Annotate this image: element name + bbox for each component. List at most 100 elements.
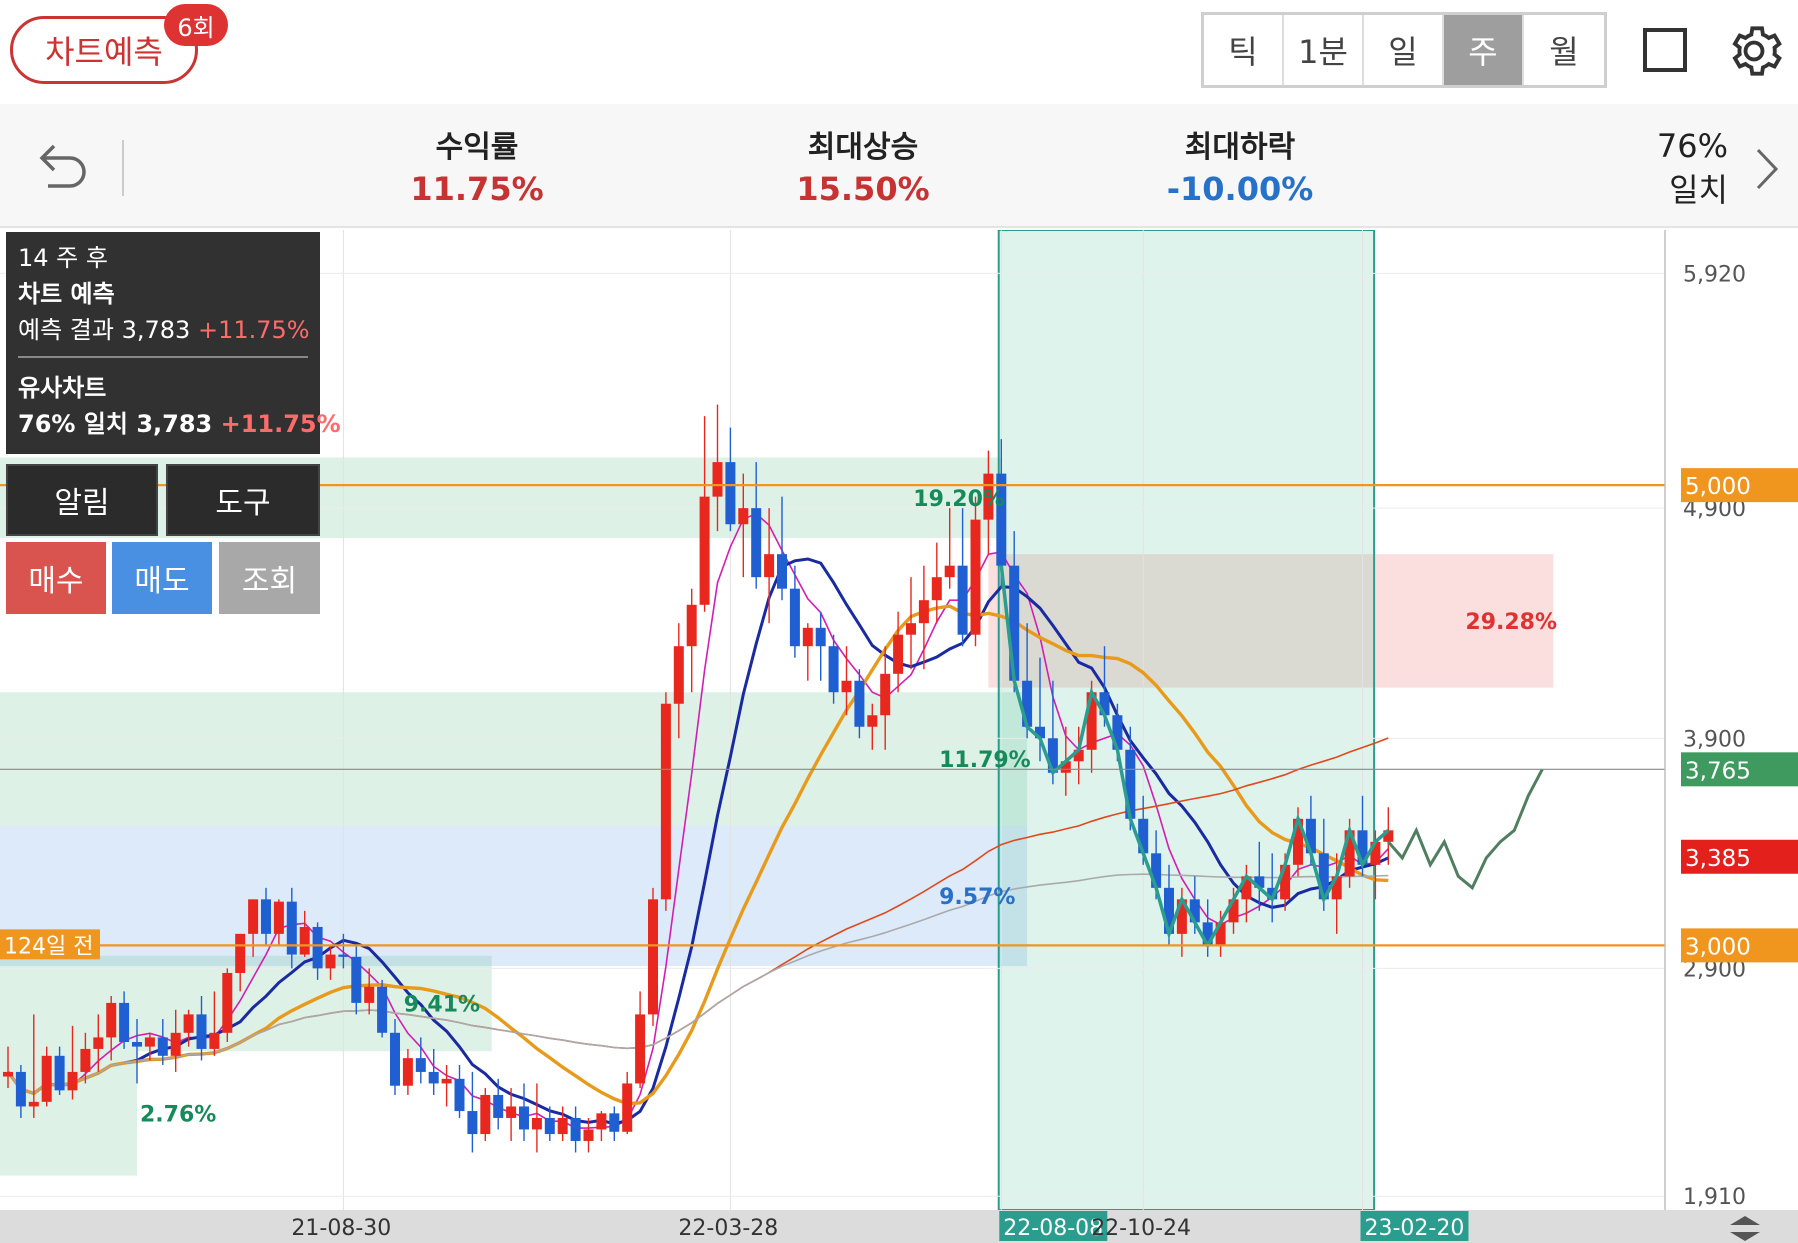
- candle[interactable]: [583, 1129, 594, 1141]
- candle[interactable]: [261, 899, 271, 934]
- candle[interactable]: [815, 627, 826, 647]
- candle[interactable]: [170, 1032, 181, 1056]
- alert-button[interactable]: 알림: [6, 464, 158, 536]
- period-tab-4[interactable]: 월: [1524, 15, 1604, 85]
- candle[interactable]: [570, 1117, 581, 1141]
- return-label: 수익률: [435, 130, 519, 165]
- candle[interactable]: [428, 1071, 439, 1084]
- candle[interactable]: [132, 1042, 142, 1047]
- zone-2: [0, 692, 1028, 826]
- period-tab-0[interactable]: 틱: [1204, 15, 1284, 85]
- candle[interactable]: [415, 1058, 426, 1072]
- candle[interactable]: [609, 1113, 620, 1132]
- candle[interactable]: [557, 1117, 568, 1135]
- candle[interactable]: [299, 926, 310, 955]
- candle[interactable]: [93, 1037, 104, 1049]
- candle[interactable]: [377, 986, 388, 1033]
- candle[interactable]: [931, 577, 942, 601]
- candle[interactable]: [183, 1014, 194, 1033]
- candle[interactable]: [544, 1117, 555, 1135]
- candle[interactable]: [686, 604, 697, 647]
- candle[interactable]: [906, 623, 916, 635]
- candle[interactable]: [15, 1071, 26, 1107]
- zone-label-1: 29.28%: [1465, 610, 1557, 635]
- candle[interactable]: [519, 1106, 529, 1130]
- candle[interactable]: [751, 508, 762, 578]
- candle[interactable]: [196, 1014, 207, 1049]
- predict-result-row: 예측 결과 3,783 +11.75%: [18, 312, 310, 348]
- undo-icon[interactable]: [36, 140, 92, 188]
- candle[interactable]: [893, 634, 904, 674]
- candle[interactable]: [454, 1078, 465, 1112]
- candle[interactable]: [480, 1094, 491, 1135]
- candle[interactable]: [248, 899, 259, 934]
- candle[interactable]: [660, 703, 671, 900]
- candle[interactable]: [338, 954, 349, 957]
- tool-button[interactable]: 도구: [166, 464, 320, 536]
- candle[interactable]: [789, 588, 800, 647]
- candle[interactable]: [67, 1071, 78, 1091]
- candle[interactable]: [493, 1094, 504, 1118]
- candle[interactable]: [880, 673, 891, 716]
- period-tab-1[interactable]: 1분: [1284, 15, 1364, 85]
- candle[interactable]: [467, 1111, 478, 1135]
- candle[interactable]: [119, 1002, 130, 1043]
- candle[interactable]: [712, 462, 723, 497]
- buy-button[interactable]: 매수: [6, 542, 106, 614]
- sell-button[interactable]: 매도: [112, 542, 212, 614]
- candle[interactable]: [390, 1032, 400, 1086]
- candle[interactable]: [222, 972, 233, 1033]
- x-axis: [0, 1210, 1798, 1243]
- candle[interactable]: [28, 1101, 39, 1107]
- period-tab-2[interactable]: 일: [1364, 15, 1444, 85]
- candle[interactable]: [235, 933, 246, 973]
- candle[interactable]: [764, 554, 775, 578]
- candle[interactable]: [828, 646, 839, 693]
- candle[interactable]: [364, 986, 375, 1003]
- chevron-right-icon[interactable]: [1752, 144, 1782, 194]
- candle[interactable]: [325, 954, 336, 969]
- candle[interactable]: [635, 1014, 646, 1084]
- candle[interactable]: [3, 1071, 13, 1077]
- gear-icon[interactable]: [1725, 22, 1783, 80]
- candle[interactable]: [725, 462, 736, 525]
- candle[interactable]: [944, 565, 955, 578]
- candle[interactable]: [312, 926, 323, 969]
- candle[interactable]: [402, 1058, 413, 1086]
- match-indicator[interactable]: 76% 일치: [1657, 124, 1728, 212]
- candle[interactable]: [918, 600, 929, 624]
- candle[interactable]: [273, 901, 284, 934]
- period-selector: 틱 1분 일 주 월: [1201, 12, 1607, 88]
- candle[interactable]: [144, 1037, 155, 1047]
- candle[interactable]: [596, 1113, 607, 1130]
- candle[interactable]: [699, 496, 710, 605]
- candle[interactable]: [54, 1055, 65, 1091]
- candle[interactable]: [80, 1048, 91, 1072]
- candle[interactable]: [841, 680, 852, 693]
- candle[interactable]: [957, 565, 968, 635]
- fullscreen-icon[interactable]: [1643, 28, 1687, 72]
- candle[interactable]: [209, 1032, 220, 1049]
- candle[interactable]: [441, 1078, 452, 1084]
- candle[interactable]: [286, 901, 297, 955]
- candle[interactable]: [777, 554, 787, 589]
- candle[interactable]: [802, 627, 813, 647]
- candle[interactable]: [531, 1117, 542, 1130]
- candle[interactable]: [106, 1002, 117, 1038]
- x-tick-label-2: 22-08-08: [1003, 1216, 1103, 1241]
- candle[interactable]: [867, 715, 878, 727]
- y-tick-label-0: 5,920: [1683, 262, 1746, 287]
- candle[interactable]: [970, 519, 981, 635]
- zone-label-4: 9.41%: [404, 992, 480, 1017]
- candle[interactable]: [648, 899, 658, 1015]
- candle[interactable]: [738, 508, 749, 525]
- candle[interactable]: [41, 1055, 52, 1102]
- candle[interactable]: [854, 680, 865, 727]
- candle[interactable]: [622, 1083, 633, 1132]
- candle[interactable]: [157, 1037, 168, 1056]
- period-tab-3[interactable]: 주: [1444, 15, 1524, 85]
- candle[interactable]: [506, 1106, 517, 1118]
- candle[interactable]: [673, 646, 684, 704]
- view-button[interactable]: 조회: [219, 542, 320, 614]
- candle[interactable]: [351, 956, 362, 1003]
